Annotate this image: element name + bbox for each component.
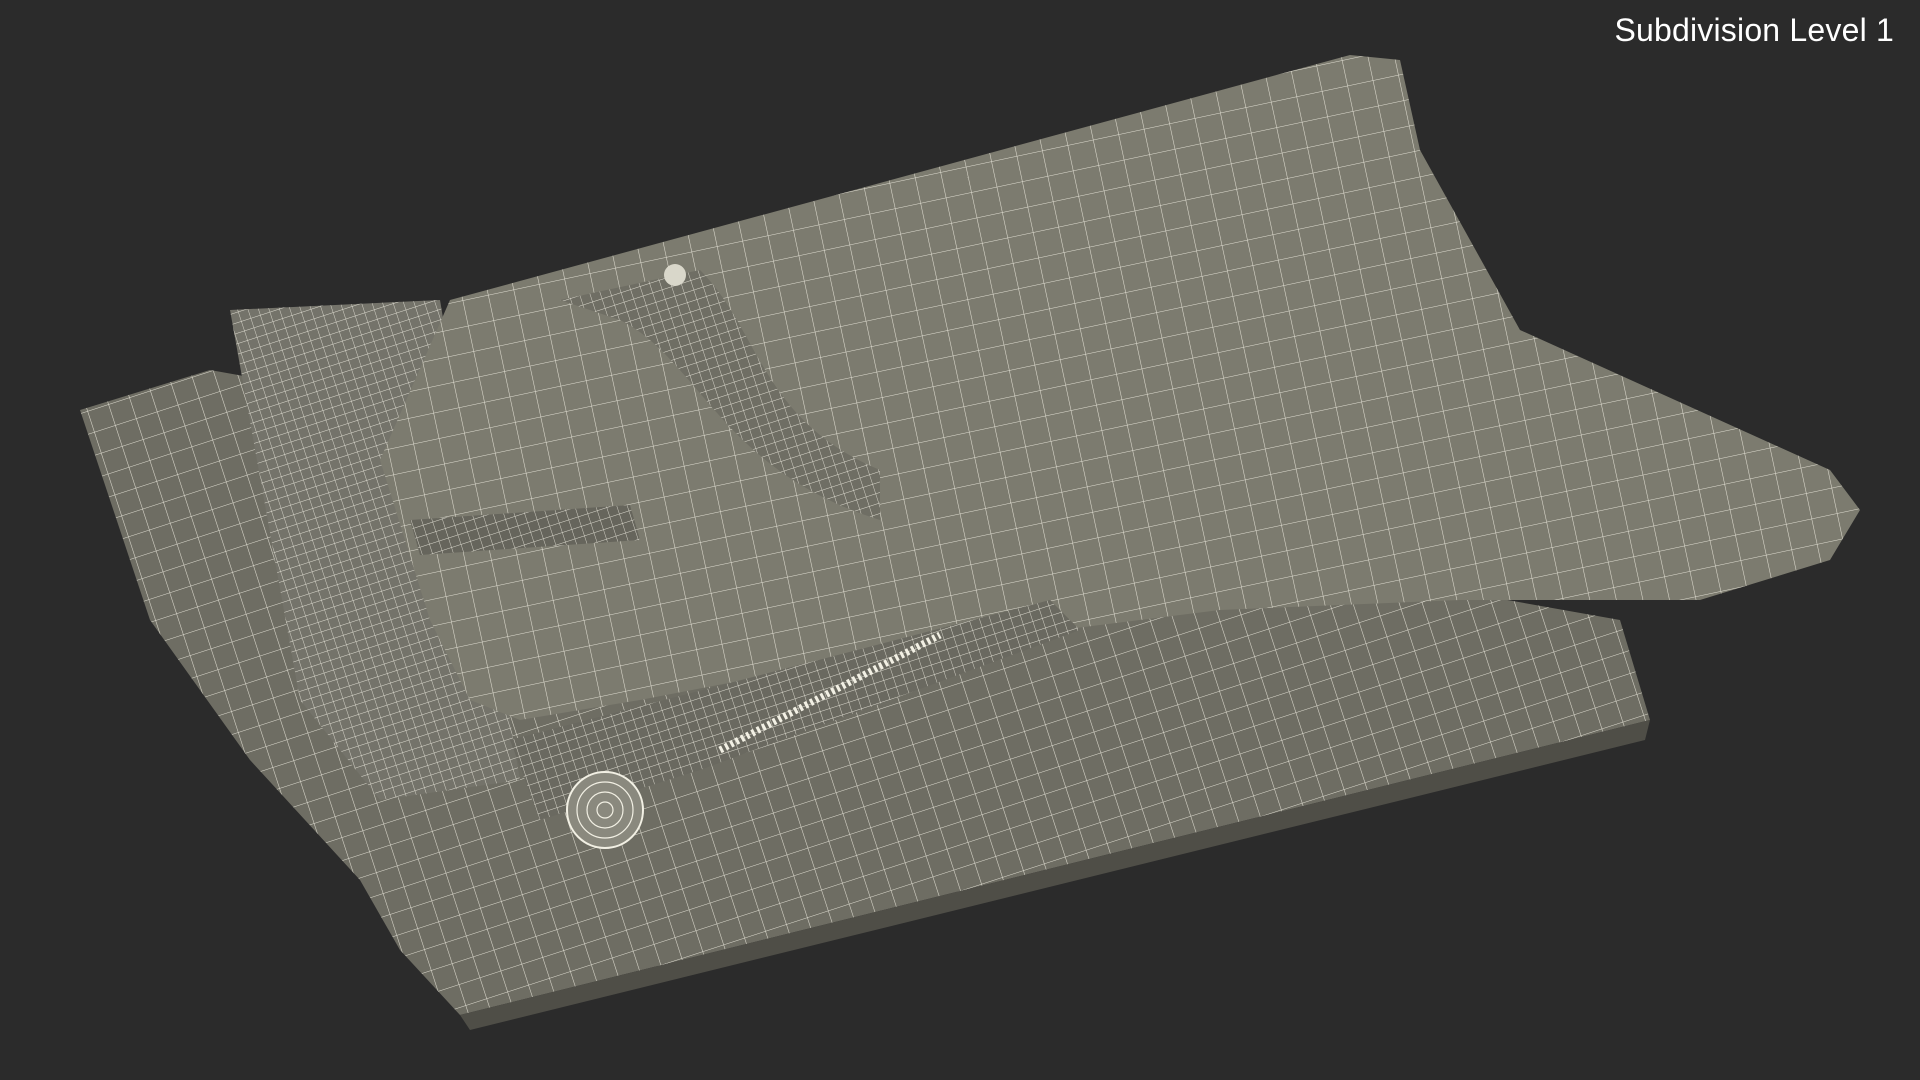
button-icon	[566, 771, 644, 849]
render-viewport: Subdivision Level 1	[0, 0, 1920, 1080]
subdivision-level-label: Subdivision Level 1	[1614, 12, 1894, 48]
top-leg-panel	[380, 55, 1860, 720]
rivet-icon	[664, 264, 686, 286]
wireframe-trousers-render	[80, 55, 1860, 1030]
